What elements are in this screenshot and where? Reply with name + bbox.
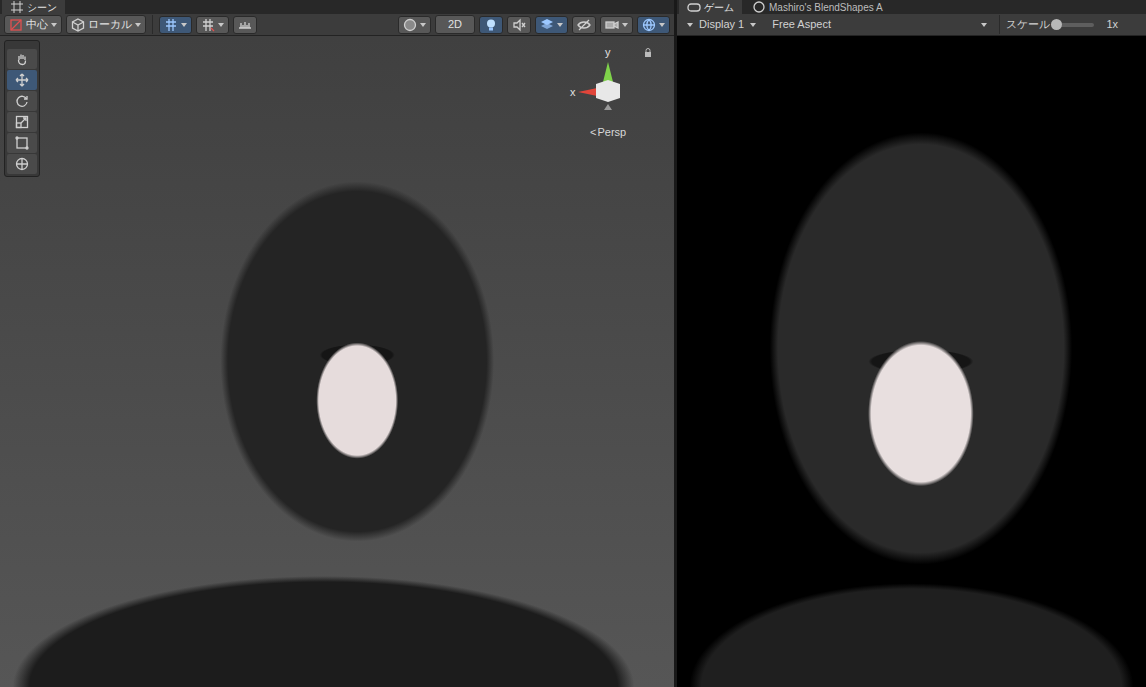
dropdown-arrow-icon bbox=[622, 23, 628, 27]
rotate-icon bbox=[15, 94, 29, 108]
rect-tool[interactable] bbox=[7, 133, 37, 153]
x-axis-label: x bbox=[570, 86, 576, 98]
dropdown-arrow-icon bbox=[687, 23, 693, 27]
hidden-toggle[interactable] bbox=[572, 16, 596, 34]
dropdown-arrow-icon bbox=[135, 23, 141, 27]
transform-icon bbox=[15, 157, 29, 171]
game-toolbar: Display 1 Free Aspect スケール 1x bbox=[677, 14, 1146, 36]
space-dropdown[interactable]: ローカル bbox=[66, 15, 146, 34]
shading-icon bbox=[403, 18, 417, 32]
hand-tool[interactable] bbox=[7, 49, 37, 69]
lock-icon bbox=[644, 48, 652, 57]
display-dropdown[interactable]: Display 1 bbox=[681, 16, 762, 34]
scene-tab[interactable]: シーン bbox=[2, 0, 65, 14]
hand-icon bbox=[15, 52, 29, 66]
projection-toggle[interactable]: <Persp bbox=[590, 124, 626, 141]
avatar-render bbox=[0, 36, 674, 687]
window-tab[interactable]: Mashiro's BlendShapes A bbox=[744, 0, 891, 14]
toolbar-separator bbox=[999, 15, 1000, 34]
hidden-icon bbox=[577, 18, 591, 32]
projection-arrow-icon: < bbox=[590, 124, 596, 141]
dropdown-arrow-icon bbox=[659, 23, 665, 27]
scale-slider[interactable] bbox=[1054, 23, 1094, 27]
effects-icon bbox=[540, 18, 554, 32]
space-label: ローカル bbox=[88, 16, 132, 33]
game-viewport bbox=[677, 36, 1146, 687]
tab-label: ゲーム bbox=[704, 2, 734, 13]
transform-tool[interactable] bbox=[7, 154, 37, 174]
projection-label: Persp bbox=[597, 124, 626, 141]
animator-icon bbox=[752, 0, 766, 14]
scene-toolbar: 中心 ローカル 2D bbox=[0, 14, 674, 36]
scene-icon bbox=[10, 0, 24, 14]
toolbar-separator bbox=[152, 15, 153, 34]
pivot-label: 中心 bbox=[26, 16, 48, 33]
orientation-gizmo[interactable]: y x <Persp bbox=[570, 44, 656, 144]
camera-toggle[interactable] bbox=[600, 16, 633, 34]
pivot-dropdown[interactable]: 中心 bbox=[4, 15, 62, 34]
pivot-icon bbox=[9, 18, 23, 32]
cube-icon bbox=[71, 18, 85, 32]
shading-toggle[interactable] bbox=[398, 16, 431, 34]
dropdown-arrow-icon bbox=[981, 23, 987, 27]
audio-icon bbox=[512, 18, 526, 32]
scene-viewport[interactable]: y x <Persp bbox=[0, 36, 674, 687]
scene-tab-strip: シーン bbox=[0, 0, 674, 14]
move-tool[interactable] bbox=[7, 70, 37, 90]
text-toggle[interactable]: 2D bbox=[435, 15, 475, 34]
window-tab[interactable]: ゲーム bbox=[679, 0, 742, 14]
dropdown-arrow-icon bbox=[750, 23, 756, 27]
avatar-render bbox=[677, 36, 1146, 687]
rect-icon bbox=[15, 136, 29, 150]
scale-reading: 1x bbox=[1106, 16, 1118, 33]
snap-toggle[interactable] bbox=[159, 16, 192, 34]
dropdown-arrow-icon bbox=[420, 23, 426, 27]
light-toggle[interactable] bbox=[479, 16, 503, 34]
aspect-label: Free Aspect bbox=[772, 16, 831, 33]
game-window: ゲーム Mashiro's BlendShapes A Display 1 Free … bbox=[677, 0, 1146, 687]
light-icon bbox=[484, 18, 498, 32]
dropdown-arrow-icon bbox=[218, 23, 224, 27]
increment-icon bbox=[201, 18, 215, 32]
move-icon bbox=[15, 73, 29, 87]
snap-toggle[interactable] bbox=[196, 16, 229, 34]
display-label: Display 1 bbox=[699, 16, 744, 33]
scale-icon bbox=[15, 115, 29, 129]
scene-window: シーン中心 ローカル 2D y x <Persp bbox=[0, 0, 674, 687]
game-tab-strip: ゲーム Mashiro's BlendShapes A bbox=[677, 0, 1146, 14]
dropdown-arrow-icon bbox=[181, 23, 187, 27]
axis-gizmo-icon bbox=[570, 44, 656, 124]
scale-tool[interactable] bbox=[7, 112, 37, 132]
ruler-icon bbox=[238, 18, 252, 32]
gamepad-icon bbox=[687, 0, 701, 14]
camera-icon bbox=[605, 18, 619, 32]
scale-slider-knob[interactable] bbox=[1051, 19, 1062, 30]
gizmos-icon bbox=[642, 18, 656, 32]
grid-icon bbox=[164, 18, 178, 32]
tab-label: Mashiro's BlendShapes A bbox=[769, 2, 883, 13]
scale-label: スケール bbox=[1006, 16, 1050, 33]
dropdown-arrow-icon bbox=[51, 23, 57, 27]
audio-toggle[interactable] bbox=[507, 16, 531, 34]
snap-toggle[interactable] bbox=[233, 16, 257, 34]
aspect-dropdown[interactable]: Free Aspect bbox=[766, 16, 993, 34]
dropdown-arrow-icon bbox=[557, 23, 563, 27]
effects-toggle[interactable] bbox=[535, 16, 568, 34]
y-axis-label: y bbox=[605, 46, 611, 58]
mode-label: 2D bbox=[440, 16, 470, 33]
rotate-tool[interactable] bbox=[7, 91, 37, 111]
scene-tab-label: シーン bbox=[27, 2, 57, 13]
gizmos-toggle[interactable] bbox=[637, 16, 670, 34]
tool-palette bbox=[4, 40, 40, 177]
